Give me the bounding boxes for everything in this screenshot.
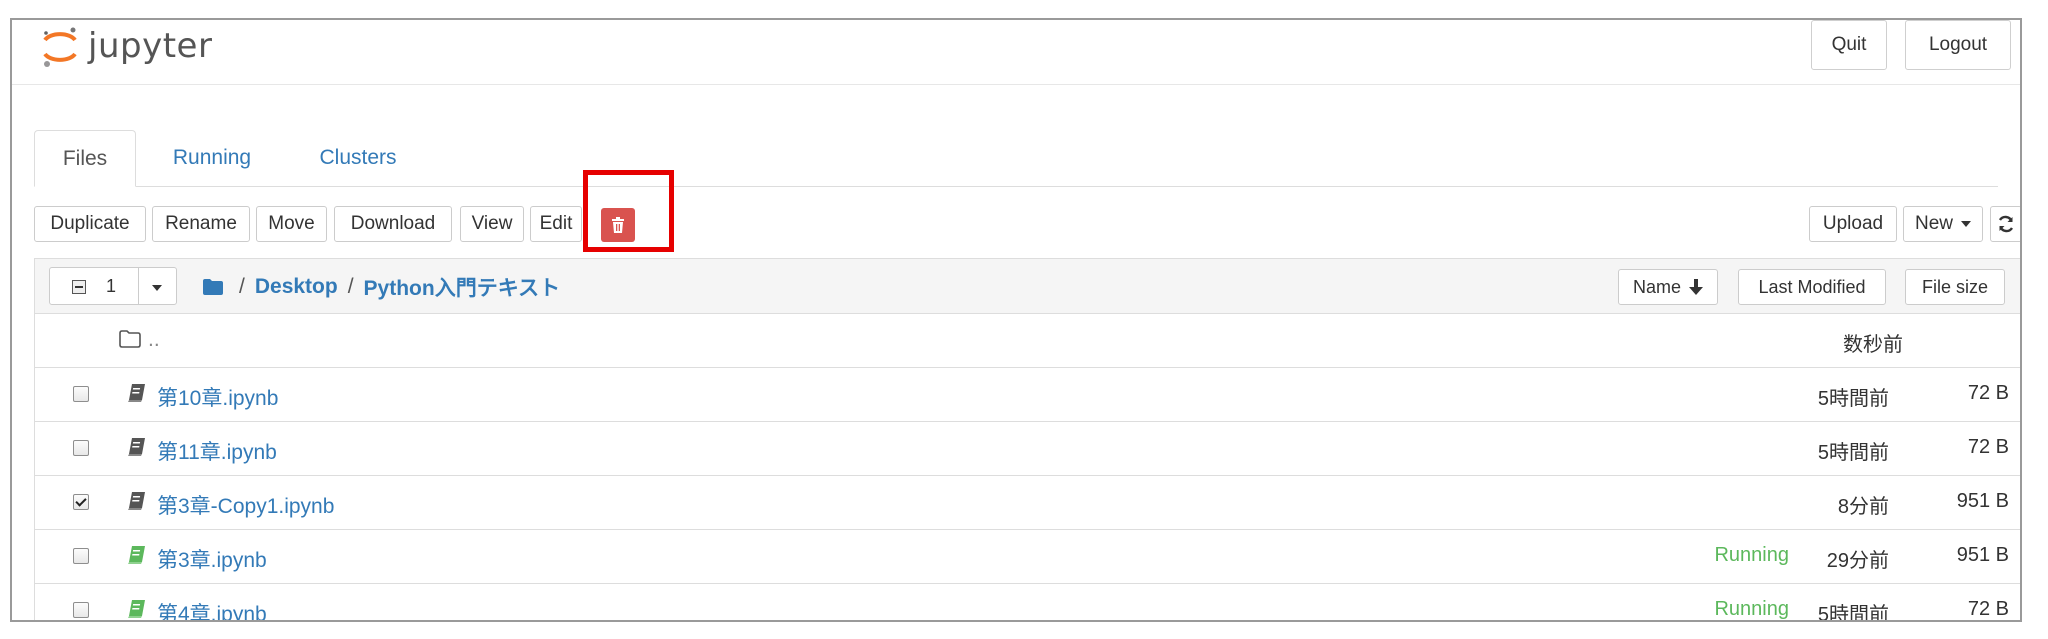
- caret-down-icon: [1961, 221, 1971, 227]
- list-item-parent-directory[interactable]: .. 数秒前: [34, 314, 2020, 368]
- download-button[interactable]: Download: [334, 206, 452, 242]
- file-name[interactable]: 第11章.ipynb: [157, 436, 277, 466]
- tab-bar: Files Running Clusters: [34, 130, 1998, 187]
- refresh-button[interactable]: [1990, 206, 2020, 242]
- tab-clusters[interactable]: Clusters: [298, 130, 418, 186]
- breadcrumb-current-folder[interactable]: Python入門テキスト: [364, 272, 561, 302]
- file-name[interactable]: 第3章.ipynb: [157, 544, 267, 574]
- file-name[interactable]: 第4章.ipynb: [157, 598, 267, 620]
- tab-running[interactable]: Running: [152, 130, 272, 186]
- running-status: Running: [1714, 544, 1789, 566]
- last-modified: 数秒前: [1843, 334, 1903, 356]
- row-checkbox[interactable]: [73, 386, 89, 402]
- delete-highlight-box: [583, 170, 674, 252]
- notebook-icon: [128, 492, 145, 510]
- select-all-dropdown[interactable]: 1: [49, 267, 177, 305]
- edit-button[interactable]: Edit: [530, 206, 582, 242]
- file-name[interactable]: 第3章-Copy1.ipynb: [157, 490, 334, 520]
- list-item[interactable]: 第4章.ipynb Running 5時間前 72 B: [34, 584, 2020, 622]
- last-modified: 5時間前: [1817, 604, 1889, 622]
- notebook-icon: [128, 384, 145, 402]
- list-item[interactable]: 第3章-Copy1.ipynb 8分前 951 B: [34, 476, 2020, 530]
- header: jupyter Quit Logout: [12, 20, 2020, 85]
- sort-by-last-modified-button[interactable]: Last Modified: [1738, 269, 1886, 305]
- rename-button[interactable]: Rename: [152, 206, 250, 242]
- tab-files[interactable]: Files: [34, 130, 136, 187]
- notebook-icon: [128, 438, 145, 456]
- logo-text: jupyter: [88, 26, 213, 66]
- running-notebook-icon: [128, 546, 145, 564]
- logout-button[interactable]: Logout: [1905, 20, 2011, 70]
- new-label: New: [1914, 213, 1953, 234]
- folder-open-icon: [119, 330, 141, 348]
- file-list-header: 1 / Desktop / Python入門テキスト Name Last Mod…: [34, 258, 2020, 314]
- running-status: Running: [1714, 598, 1789, 620]
- refresh-icon: [1998, 215, 2014, 233]
- last-modified: 8分前: [1837, 496, 1889, 518]
- file-size: 72 B: [1967, 436, 2009, 458]
- jupyter-logo[interactable]: jupyter: [40, 22, 212, 70]
- new-dropdown-button[interactable]: New: [1903, 206, 1983, 242]
- file-size: 951 B: [1956, 490, 2009, 512]
- selected-count: 1: [106, 276, 117, 296]
- last-modified: 29分前: [1826, 550, 1889, 572]
- row-checkbox[interactable]: [73, 440, 89, 456]
- divider: [138, 268, 139, 304]
- breadcrumb: / Desktop / Python入門テキスト: [203, 272, 560, 302]
- breadcrumb-desktop[interactable]: Desktop: [255, 275, 338, 299]
- sort-name-label: Name: [1632, 276, 1681, 297]
- row-checkbox[interactable]: [73, 602, 89, 618]
- last-modified: 5時間前: [1817, 388, 1889, 410]
- folder-icon[interactable]: [203, 279, 223, 295]
- file-name[interactable]: ..: [148, 328, 160, 352]
- last-modified: 5時間前: [1817, 442, 1889, 464]
- list-item[interactable]: 第3章.ipynb Running 29分前 951 B: [34, 530, 2020, 584]
- quit-button[interactable]: Quit: [1811, 20, 1887, 70]
- arrow-down-icon: [1689, 279, 1703, 295]
- file-size: 72 B: [1967, 598, 2009, 620]
- select-partial-icon[interactable]: [72, 280, 86, 294]
- breadcrumb-separator: /: [347, 275, 354, 298]
- sort-by-name-button[interactable]: Name: [1618, 269, 1718, 305]
- row-checkbox[interactable]: [73, 548, 89, 564]
- breadcrumb-separator: /: [239, 275, 245, 298]
- caret-down-icon[interactable]: [152, 285, 162, 291]
- upload-button[interactable]: Upload: [1809, 206, 1897, 242]
- sort-by-file-size-button[interactable]: File size: [1905, 269, 2005, 305]
- list-item[interactable]: 第11章.ipynb 5時間前 72 B: [34, 422, 2020, 476]
- move-button[interactable]: Move: [256, 206, 327, 242]
- view-button[interactable]: View: [460, 206, 524, 242]
- row-checkbox-checked[interactable]: [73, 494, 89, 510]
- running-notebook-icon: [128, 600, 145, 618]
- file-name[interactable]: 第10章.ipynb: [157, 382, 278, 412]
- jupyter-window: jupyter Quit Logout Files Running Cluste…: [10, 18, 2022, 622]
- list-item[interactable]: 第10章.ipynb 5時間前 72 B: [34, 368, 2020, 422]
- duplicate-button[interactable]: Duplicate: [34, 206, 146, 242]
- file-size: 951 B: [1956, 544, 2009, 566]
- file-size: 72 B: [1967, 382, 2009, 404]
- jupyter-logo-icon: [43, 27, 77, 67]
